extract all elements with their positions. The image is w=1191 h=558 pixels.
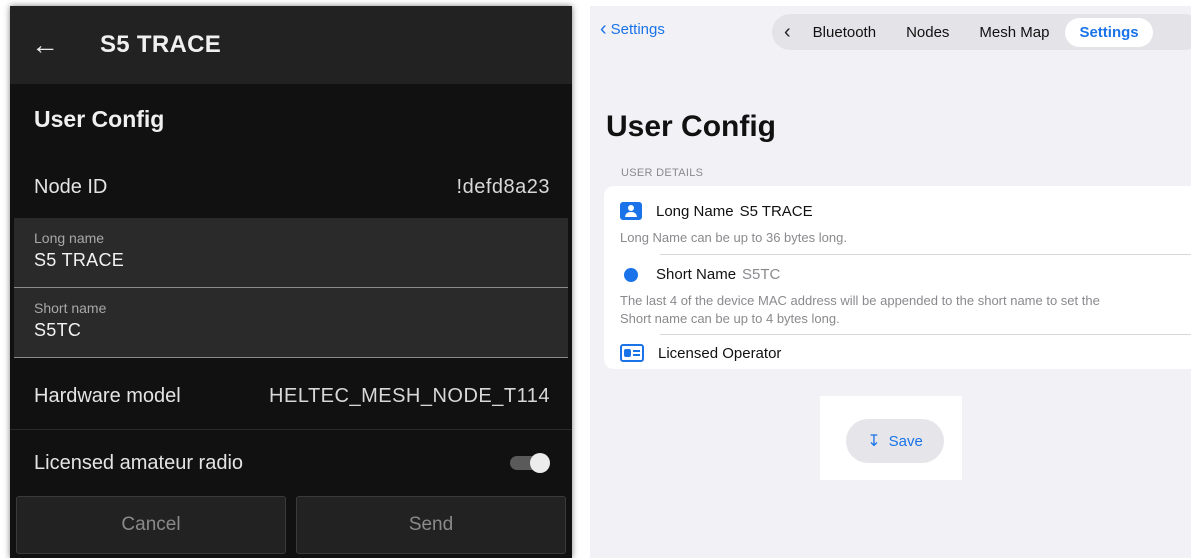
page-title: User Config (606, 110, 777, 143)
android-user-config-screen: ← S5 TRACE User Config Node ID !defd8a23… (10, 6, 572, 558)
app-title: S5 TRACE (100, 31, 222, 58)
short-name-value[interactable]: S5TC (742, 266, 780, 283)
divider (660, 254, 1191, 255)
cancel-button[interactable]: Cancel (16, 496, 286, 554)
settings-back-label: Settings (610, 20, 665, 38)
long-name-value[interactable]: S5 TRACE (740, 203, 813, 220)
chevron-left-icon: ‹ (600, 18, 607, 40)
licensed-radio-label: Licensed amateur radio (34, 451, 244, 474)
short-name-hint-1: The last 4 of the device MAC address wil… (620, 293, 1100, 308)
tab-bluetooth[interactable]: Bluetooth (813, 24, 876, 41)
tab-nodes[interactable]: Nodes (906, 24, 949, 41)
dot-icon (624, 267, 638, 282)
toggle-thumb (530, 453, 550, 473)
section-title: User Config (34, 106, 165, 132)
tab-settings[interactable]: Settings (1065, 17, 1153, 47)
ios-user-config-screen: ‹ Settings ‹ Bluetooth Nodes Mesh Map Se… (590, 6, 1191, 558)
person-icon (620, 202, 642, 220)
short-name-label: Short Name (656, 266, 737, 283)
hardware-model-label: Hardware model (34, 385, 181, 407)
group-header: USER DETAILS (621, 167, 704, 179)
short-name-hint-2: Short name can be up to 4 bytes long. (620, 311, 840, 326)
tab-mesh-map[interactable]: Mesh Map (979, 24, 1049, 41)
divider (660, 334, 1191, 335)
save-label: Save (888, 432, 923, 450)
long-name-label: Long name (34, 230, 105, 246)
save-button[interactable]: ↧ Save (846, 419, 944, 463)
long-name-hint: Long Name can be up to 36 bytes long. (620, 230, 847, 245)
save-tray-icon: ↧ (867, 433, 881, 450)
licensed-operator-item[interactable]: Licensed Operator (620, 344, 781, 362)
long-name-field[interactable]: Long name S5 TRACE (14, 218, 568, 288)
node-id-value: !defd8a23 (456, 175, 550, 198)
app-bar: ← S5 TRACE (10, 6, 572, 84)
tab-bar-back-chevron-icon[interactable]: ‹ (784, 21, 791, 44)
license-card-icon (620, 344, 644, 362)
send-button[interactable]: Send (296, 496, 566, 554)
tab-bar: ‹ Bluetooth Nodes Mesh Map Settings (772, 14, 1191, 50)
short-name-item[interactable]: Short Name S5TC (620, 266, 780, 283)
save-area: ↧ Save (820, 396, 962, 480)
user-details-card: Long Name S5 TRACE Long Name can be up t… (604, 186, 1191, 369)
licensed-operator-label: Licensed Operator (658, 344, 782, 362)
top-bar: ‹ Settings ‹ Bluetooth Nodes Mesh Map Se… (590, 6, 1191, 58)
short-name-label: Short name (34, 300, 107, 316)
settings-back-link[interactable]: ‹ Settings (600, 18, 665, 40)
hardware-model-row: Hardware model HELTEC_MESH_NODE_T114 (10, 364, 572, 430)
node-id-label: Node ID (34, 175, 108, 198)
short-name-field[interactable]: Short name S5TC (14, 288, 568, 358)
long-name-label: Long Name (656, 202, 734, 220)
licensed-radio-row: Licensed amateur radio (10, 430, 572, 496)
short-name-value[interactable]: S5TC (34, 320, 568, 341)
node-id-row: Node ID !defd8a23 (10, 156, 572, 218)
hardware-model-value: HELTEC_MESH_NODE_T114 (269, 385, 550, 407)
long-name-item[interactable]: Long Name S5 TRACE (620, 202, 813, 220)
licensed-radio-toggle[interactable] (510, 453, 550, 473)
long-name-value[interactable]: S5 TRACE (34, 250, 568, 271)
back-arrow-icon[interactable]: ← (30, 30, 60, 60)
